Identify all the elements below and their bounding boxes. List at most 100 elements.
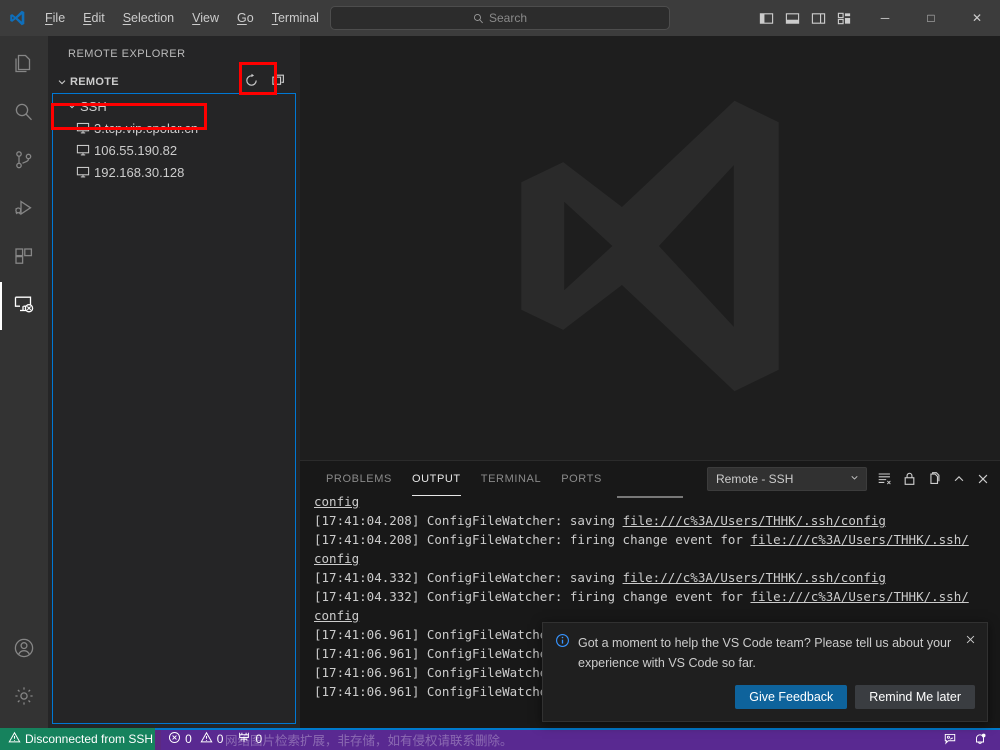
notification-toast: Got a moment to help the VS Code team? P… — [542, 622, 988, 722]
info-icon — [555, 633, 570, 652]
customize-layout-icon[interactable] — [837, 11, 852, 26]
toggle-secondary-sidebar-icon[interactable] — [811, 11, 826, 26]
output-link[interactable]: file:///c%3A/Users/THHK/.ssh/ — [751, 532, 969, 547]
tree-item-host-2[interactable]: 106.55.190.82 — [48, 139, 300, 161]
files-icon — [12, 52, 36, 81]
status-remote-indicator[interactable]: Disconnected from SSH — [0, 728, 161, 750]
output-line: [17:41:04.208] ConfigFileWatcher: saving… — [314, 511, 1000, 530]
menu-view[interactable]: View — [183, 7, 228, 29]
status-remote-label: Disconnected from SSH — [25, 732, 153, 746]
activity-item-run-and-debug[interactable] — [0, 186, 48, 234]
sidebar: REMOTE EXPLORER REMOTE — [48, 36, 300, 728]
activity-item-extensions[interactable] — [0, 234, 48, 282]
error-circle-icon — [168, 731, 181, 747]
output-link[interactable]: file:///c%3A/Users/THHK/.ssh/config — [623, 570, 886, 585]
output-text: [17:41:06.961] ConfigFileWatche — [314, 665, 547, 680]
maximize-button[interactable]: □ — [908, 0, 954, 36]
status-problems[interactable]: 0 0 — [161, 728, 230, 750]
output-channel-value: Remote - SSH — [716, 472, 793, 486]
output-link[interactable]: config — [314, 551, 359, 566]
status-error-count: 0 — [185, 732, 192, 746]
clear-output-icon[interactable] — [877, 471, 892, 486]
menu-terminal[interactable]: Terminal — [263, 7, 328, 29]
tree-item-host-3[interactable]: 192.168.30.128 — [48, 161, 300, 183]
menu-selection[interactable]: Selection — [114, 7, 183, 29]
tab-terminal[interactable]: TERMINAL — [471, 461, 551, 496]
panel-actions: Remote - SSH — [707, 467, 1000, 491]
status-ports[interactable]: 0 — [230, 728, 269, 750]
output-text: [17:41:04.332] ConfigFileWatcher: saving — [314, 570, 623, 585]
warning-icon — [8, 731, 21, 747]
layout-controls — [759, 11, 862, 26]
tree-item-label: 106.55.190.82 — [94, 143, 177, 158]
minimize-button[interactable]: ─ — [862, 0, 908, 36]
remote-section-label: REMOTE — [70, 76, 119, 88]
menu-edit[interactable]: Edit — [74, 7, 114, 29]
output-link[interactable]: config — [314, 608, 359, 623]
sidebar-title: REMOTE EXPLORER — [48, 36, 300, 71]
activity-item-explorer[interactable] — [0, 42, 48, 90]
output-line: [17:41:04.208] ConfigFileWatcher: firing… — [314, 530, 1000, 549]
editor-watermark — [300, 36, 1000, 460]
tab-problems[interactable]: PROBLEMS — [316, 461, 402, 496]
tree-item-label: 3.tcp.vip.cpolar.cn — [94, 121, 198, 136]
output-text: [17:41:06.961] ConfigFileWatche — [314, 627, 547, 642]
tree-focus-border — [52, 93, 296, 724]
vscode-window: File Edit Selection View Go Terminal Hel… — [0, 0, 1000, 750]
activity-bar — [0, 36, 48, 728]
extensions-icon — [12, 244, 36, 273]
toggle-panel-icon[interactable] — [785, 11, 800, 26]
output-line: config — [314, 496, 1000, 511]
status-bar: Disconnected from SSH 网络图片检索扩展，非存储，如有侵权请… — [0, 728, 1000, 750]
warning-triangle-icon — [200, 731, 213, 747]
output-link[interactable]: file:///c%3A/Users/THHK/.ssh/config — [623, 513, 886, 528]
status-warning-count: 0 — [217, 732, 224, 746]
activity-item-search[interactable] — [0, 90, 48, 138]
menu-file[interactable]: File — [36, 7, 74, 29]
activity-item-source-control[interactable] — [0, 138, 48, 186]
gear-icon — [12, 684, 36, 713]
search-placeholder: Search — [489, 11, 527, 25]
activity-item-accounts[interactable] — [0, 626, 48, 674]
tab-output[interactable]: OUTPUT — [402, 461, 471, 496]
remind-me-later-button[interactable]: Remind Me later — [855, 685, 975, 709]
lock-icon[interactable] — [902, 471, 917, 486]
command-center[interactable]: Search — [330, 6, 670, 30]
output-line: [17:41:04.332] ConfigFileWatcher: firing… — [314, 587, 1000, 606]
notification-actions: Give Feedback Remind Me later — [543, 677, 987, 721]
close-button[interactable]: ✕ — [954, 0, 1000, 36]
menu-go[interactable]: Go — [228, 7, 263, 29]
ports-icon — [237, 731, 251, 747]
tweet-feedback-icon[interactable] — [936, 728, 964, 750]
chevron-up-icon[interactable] — [952, 472, 966, 486]
remote-section-actions — [244, 73, 292, 91]
search-input[interactable]: Search — [330, 6, 670, 30]
bell-dot-icon[interactable] — [966, 728, 994, 750]
output-link[interactable]: file:///c%3A/Users/THHK/.ssh/ — [751, 589, 969, 604]
chevron-down-icon — [64, 100, 80, 112]
notification-row: Got a moment to help the VS Code team? P… — [543, 623, 987, 677]
new-window-icon[interactable] — [271, 73, 286, 91]
chevron-down-icon — [849, 472, 860, 486]
open-in-editor-icon[interactable] — [927, 471, 942, 486]
output-text: [17:41:04.332] ConfigFileWatcher: firing… — [314, 589, 751, 604]
remote-tree: SSH 3.tcp.vip.cpolar.cn 106.55.190.82 — [48, 93, 300, 728]
remote-section-header[interactable]: REMOTE — [48, 71, 300, 93]
close-icon[interactable] — [976, 472, 990, 486]
output-channel-select[interactable]: Remote - SSH — [707, 467, 867, 491]
output-text: [17:41:04.208] ConfigFileWatcher: saving — [314, 513, 623, 528]
remote-host-icon — [72, 165, 94, 179]
toggle-primary-sidebar-icon[interactable] — [759, 11, 774, 26]
output-link[interactable]: config — [314, 496, 359, 509]
tree-group-ssh[interactable]: SSH — [48, 95, 300, 117]
tree-group-label: SSH — [80, 99, 107, 114]
activity-item-settings[interactable] — [0, 674, 48, 722]
activity-item-remote-explorer[interactable] — [0, 282, 48, 330]
tab-ports[interactable]: PORTS — [551, 461, 612, 496]
close-icon[interactable] — [964, 633, 977, 649]
tree-item-host-1[interactable]: 3.tcp.vip.cpolar.cn — [48, 117, 300, 139]
refresh-icon[interactable] — [244, 73, 259, 91]
watermark-divider — [155, 728, 1000, 730]
status-bar-right — [936, 728, 1000, 750]
give-feedback-button[interactable]: Give Feedback — [735, 685, 847, 709]
